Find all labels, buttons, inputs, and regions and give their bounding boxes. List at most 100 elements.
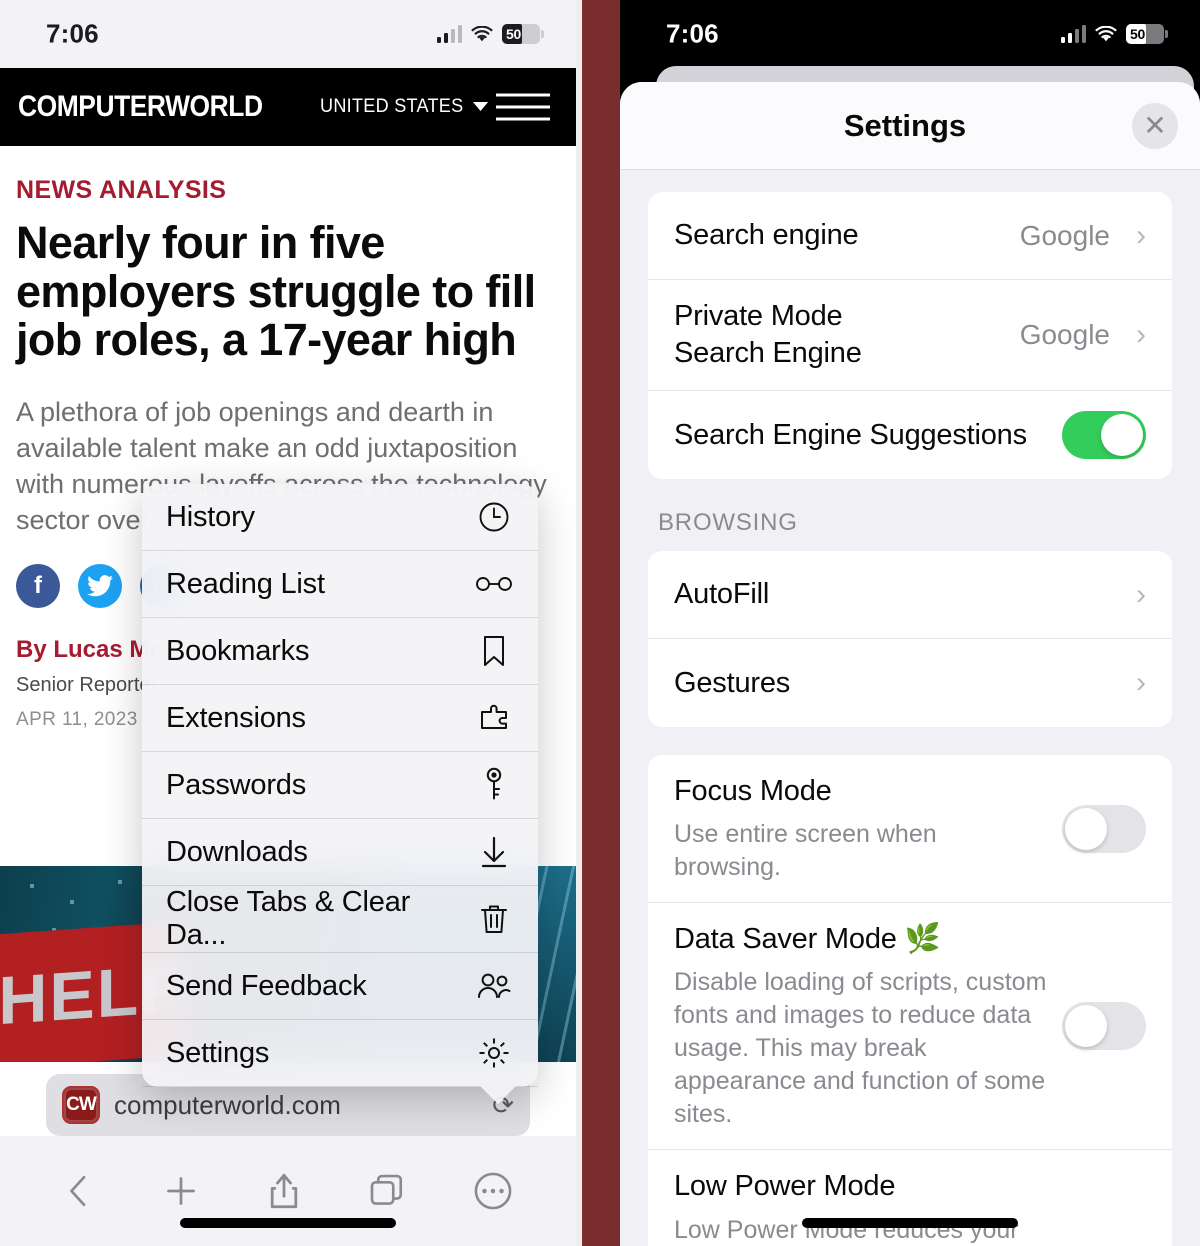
chevron-right-icon: › [1136,577,1146,611]
back-button[interactable] [62,1171,96,1211]
row-data-saver-mode[interactable]: Data Saver Mode 🌿 Disable loading of scr… [648,903,1172,1151]
chevron-right-icon: › [1136,318,1146,352]
row-autofill[interactable]: AutoFill › [648,551,1172,640]
menu-item-downloads[interactable]: Downloads [142,819,538,886]
bookmark-icon [474,631,514,671]
more-button[interactable] [472,1170,514,1212]
menu-item-close-tabs-clear-data[interactable]: Close Tabs & Clear Da... [142,886,538,953]
right-status-bar: 7:06 50 [620,0,1200,68]
site-header: COMPUTERWORLD UNITED STATES [0,68,576,146]
chevron-down-icon [472,102,489,112]
row-subtitle: Use entire screen when browsing. [674,820,937,882]
battery-icon: 50 [1126,24,1168,44]
download-arrow-icon [474,832,514,872]
row-title: Search Engine Suggestions [674,418,1027,451]
menu-item-settings[interactable]: Settings [142,1020,538,1087]
menu-item-history[interactable]: History [142,484,538,551]
browser-toolbar [0,1136,576,1246]
row-title: Gestures [674,666,791,699]
article-headline: Nearly four in five employers struggle t… [16,217,536,366]
screenshot-root: 7:06 50 COMPUTERWORLD UNITED STATES NEWS… [0,0,1200,1246]
tabs-button[interactable] [367,1171,407,1211]
row-title: Private Mode Search Engine [674,300,862,370]
row-private-mode-search-engine[interactable]: Private Mode Search Engine Google › [648,280,1172,392]
row-gestures[interactable]: Gestures › [648,639,1172,727]
page-title: Settings [843,107,967,143]
menu-item-label: Bookmarks [166,634,310,667]
hamburger-icon[interactable] [496,85,550,130]
menu-pointer-tail [480,1086,516,1104]
people-icon [474,966,514,1006]
panel-divider [576,0,620,1246]
row-search-engine-suggestions[interactable]: Search Engine Suggestions [648,391,1172,479]
row-subtitle: Disable loading of scripts, custom fonts… [674,968,1047,1129]
menu-item-label: Extensions [166,701,306,734]
glasses-icon [474,564,514,604]
chevron-right-icon: › [1136,218,1146,252]
menu-item-bookmarks[interactable]: Bookmarks [142,618,538,685]
toggle-search-engine-suggestions[interactable] [1062,411,1146,460]
share-button[interactable] [266,1170,302,1212]
menu-item-reading-list[interactable]: Reading List [142,551,538,618]
settings-group-browsing: AutoFill › Gestures › [648,551,1172,728]
home-indicator [180,1218,396,1228]
menu-item-label: Send Feedback [166,969,367,1002]
clock-icon [474,497,514,537]
cellular-bars-icon [1060,25,1086,43]
row-value: Google [1019,319,1110,351]
cellular-bars-icon [436,25,462,43]
right-phone-settings: 7:06 50 Settings ✕ Search engine Google … [620,0,1200,1246]
browser-context-menu: History Reading List Bookmarks Extension… [142,484,538,1104]
chevron-right-icon: › [1136,666,1146,700]
settings-list: Search engine Google › Private Mode Sear… [620,170,1200,1246]
menu-item-extensions[interactable]: Extensions [142,685,538,752]
left-status-bar: 7:06 50 [0,0,576,68]
new-tab-button[interactable] [161,1171,201,1211]
facebook-share-icon[interactable]: f [16,564,60,609]
settings-sheet: Settings ✕ Search engine Google › Privat… [620,82,1200,1246]
status-indicators: 50 [1060,24,1168,44]
wifi-icon [471,25,493,43]
row-title: Search engine [674,218,859,251]
battery-level: 50 [1130,26,1145,42]
row-title: Focus Mode [674,775,832,808]
edition-selector[interactable]: UNITED STATES [319,96,489,118]
sheet-header: Settings ✕ [620,82,1200,170]
menu-item-label: Close Tabs & Clear Da... [166,886,411,951]
trash-icon [474,899,514,939]
menu-item-send-feedback[interactable]: Send Feedback [142,953,538,1020]
url-text[interactable]: computerworld.com [114,1090,341,1121]
edition-label: UNITED STATES [319,96,464,117]
puzzle-piece-icon [474,698,514,738]
site-logo[interactable]: COMPUTERWORLD [18,90,263,124]
row-focus-mode[interactable]: Focus Mode Use entire screen when browsi… [648,755,1172,904]
key-icon [474,765,514,805]
row-title: Data Saver Mode 🌿 [674,923,941,956]
menu-item-label: History [166,500,255,533]
status-time: 7:06 [666,18,719,49]
row-low-power-mode[interactable]: Low Power Mode Low Power Mode reduces yo… [648,1150,1172,1246]
gear-icon [474,1033,514,1073]
home-indicator [802,1218,1018,1228]
twitter-share-icon[interactable] [78,564,122,609]
wifi-icon [1095,25,1117,43]
article-kicker: NEWS ANALYSIS [16,176,227,204]
close-icon[interactable]: ✕ [1132,102,1178,149]
row-search-engine[interactable]: Search engine Google › [648,192,1172,280]
menu-item-label: Settings [166,1036,270,1069]
menu-item-passwords[interactable]: Passwords [142,752,538,819]
section-label-browsing: BROWSING [658,509,798,537]
site-favicon: CW [62,1086,100,1124]
menu-item-label: Reading List [166,567,325,600]
row-title: Low Power Mode [674,1170,896,1203]
menu-item-label: Downloads [166,835,308,868]
settings-group-search: Search engine Google › Private Mode Sear… [648,192,1172,480]
toggle-data-saver-mode[interactable] [1062,1002,1146,1051]
left-phone-browser: 7:06 50 COMPUTERWORLD UNITED STATES NEWS… [0,0,576,1246]
settings-group-modes: Focus Mode Use entire screen when browsi… [648,755,1172,1246]
status-indicators: 50 [436,24,544,44]
toggle-focus-mode[interactable] [1062,804,1146,853]
row-title: AutoFill [674,578,770,611]
row-value: Google [1019,219,1110,251]
status-time: 7:06 [46,18,99,49]
